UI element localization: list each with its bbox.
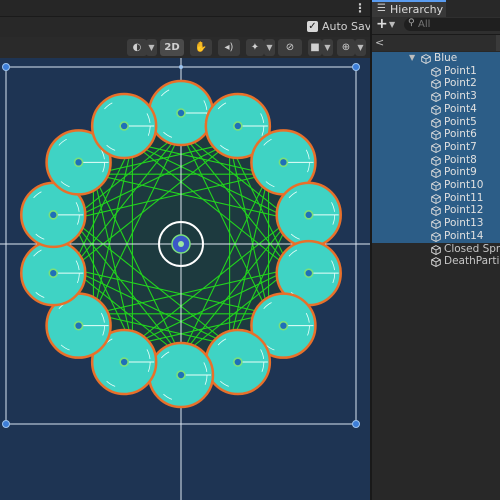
tree-item-label: Point2 <box>444 78 477 90</box>
lighting-toggle-icon[interactable]: ✋ <box>190 39 212 56</box>
scene-header-row <box>372 35 500 51</box>
tree-item-label: Point5 <box>444 116 477 128</box>
cube-icon <box>431 257 441 268</box>
scene-viewport[interactable] <box>0 58 370 500</box>
tree-item-label: Point7 <box>444 141 477 153</box>
tree-item-label: Closed Sprite <box>444 243 500 255</box>
audio-toggle-icon[interactable]: ◂) <box>218 39 240 56</box>
camera-icon[interactable]: ■ <box>308 39 322 56</box>
tree-item-label: Point10 <box>444 180 484 191</box>
rect-handle <box>352 420 360 428</box>
scene-canvas[interactable] <box>0 58 370 500</box>
scene-menu-kebab-icon[interactable]: ⋮ <box>354 1 366 15</box>
tree-item-child[interactable]: Point8 <box>372 155 500 167</box>
tree-item-child[interactable]: Point12 <box>372 205 500 217</box>
scene-menu-edge <box>496 35 500 51</box>
gizmos-dropdown-icon[interactable]: ▼ <box>355 39 366 56</box>
cube-icon <box>431 104 441 115</box>
cube-icon <box>431 66 441 77</box>
tree-item-child[interactable]: Point9 <box>372 167 500 179</box>
hierarchy-tab-label: Hierarchy <box>390 3 444 16</box>
back-arrow-icon[interactable]: < <box>375 36 384 49</box>
point-marker <box>119 357 129 367</box>
tree-item-label: Point14 <box>444 230 484 242</box>
cube-icon <box>431 231 441 242</box>
tree-item-label: Point11 <box>444 192 484 204</box>
tree-item-label: Point3 <box>444 91 477 103</box>
point-marker <box>48 210 59 220</box>
tree-item-child[interactable]: Point7 <box>372 142 500 154</box>
scene-tab-bar <box>0 0 370 17</box>
cube-icon <box>431 193 441 204</box>
cube-icon <box>421 54 431 65</box>
tree-item-child[interactable]: Point1 <box>372 66 500 78</box>
point-marker <box>233 121 243 131</box>
list-icon: ☰ <box>377 3 386 14</box>
tree-item-child[interactable]: Point5 <box>372 117 500 129</box>
tree-item-label: DeathParticle <box>444 256 500 268</box>
tree-item-label: Point8 <box>444 154 477 166</box>
rect-handle-mid <box>179 65 183 69</box>
camera-dropdown-icon[interactable]: ▼ <box>322 39 333 56</box>
effects-dropdown-icon[interactable]: ▼ <box>264 39 275 56</box>
tree-item-label: Point4 <box>444 103 477 115</box>
cube-icon <box>431 142 441 153</box>
point-marker <box>176 370 186 380</box>
autosave-checkbox[interactable]: ✓ <box>307 21 318 32</box>
tree-item-child[interactable]: DeathParticle <box>372 256 500 268</box>
shading-mode-icon[interactable]: ◐ <box>127 39 147 56</box>
gizmos-icon[interactable]: ⊕ <box>337 39 355 56</box>
search-input[interactable] <box>418 18 498 31</box>
cube-icon <box>431 130 441 141</box>
cube-icon <box>431 181 441 192</box>
point-marker <box>176 108 186 118</box>
tree-item-label: Point13 <box>444 218 484 230</box>
cube-icon <box>431 244 441 255</box>
point-marker <box>48 268 59 278</box>
effects-icon[interactable]: ✦ <box>246 39 264 56</box>
chevron-down-icon[interactable]: ▼ <box>389 20 395 29</box>
tree-item-child[interactable]: Point14 <box>372 231 500 243</box>
cube-icon <box>431 168 441 179</box>
center-core <box>178 241 184 247</box>
tree-item-blue[interactable]: Blue <box>372 53 500 65</box>
cube-icon <box>431 117 441 128</box>
tree-item-label: Point1 <box>444 65 477 77</box>
tree-item-child[interactable]: Point11 <box>372 193 500 205</box>
point-marker <box>73 320 84 331</box>
cube-icon <box>431 79 441 90</box>
tree-item-label: Blue <box>434 53 458 64</box>
point-marker <box>73 157 84 168</box>
tree-item-child[interactable]: Point10 <box>372 180 500 192</box>
point-marker <box>233 357 243 367</box>
tree-item-child[interactable]: Point2 <box>372 78 500 90</box>
tree-item-label: Point9 <box>444 167 477 179</box>
tree-item-child[interactable]: Point6 <box>372 129 500 141</box>
tree-item-child[interactable]: Point13 <box>372 218 500 230</box>
cube-icon <box>431 219 441 230</box>
add-object-button[interactable]: + <box>376 16 388 32</box>
hidden-objects-icon[interactable]: ⊘ <box>278 39 302 56</box>
shading-mode-dropdown-icon[interactable]: ▼ <box>146 39 157 56</box>
tree-item-child[interactable]: Closed Sprite <box>372 244 500 256</box>
tree-item-child[interactable]: Point3 <box>372 91 500 103</box>
point-marker <box>278 157 289 168</box>
rect-handle <box>2 420 10 428</box>
point-marker <box>303 268 314 278</box>
tree-item-label: Point6 <box>444 129 477 141</box>
point-marker <box>278 320 289 331</box>
cube-icon <box>431 92 441 103</box>
rect-handle <box>352 63 360 71</box>
point-marker <box>303 210 314 220</box>
search-icon: ⚲ <box>408 18 415 28</box>
tree-item-child[interactable]: Point4 <box>372 104 500 116</box>
tree-item-label: Point12 <box>444 205 484 217</box>
rect-handle <box>2 63 10 71</box>
cube-icon <box>431 155 441 166</box>
cube-icon <box>431 206 441 217</box>
point-marker <box>119 121 129 131</box>
2d-toggle-button[interactable]: 2D <box>160 39 184 56</box>
